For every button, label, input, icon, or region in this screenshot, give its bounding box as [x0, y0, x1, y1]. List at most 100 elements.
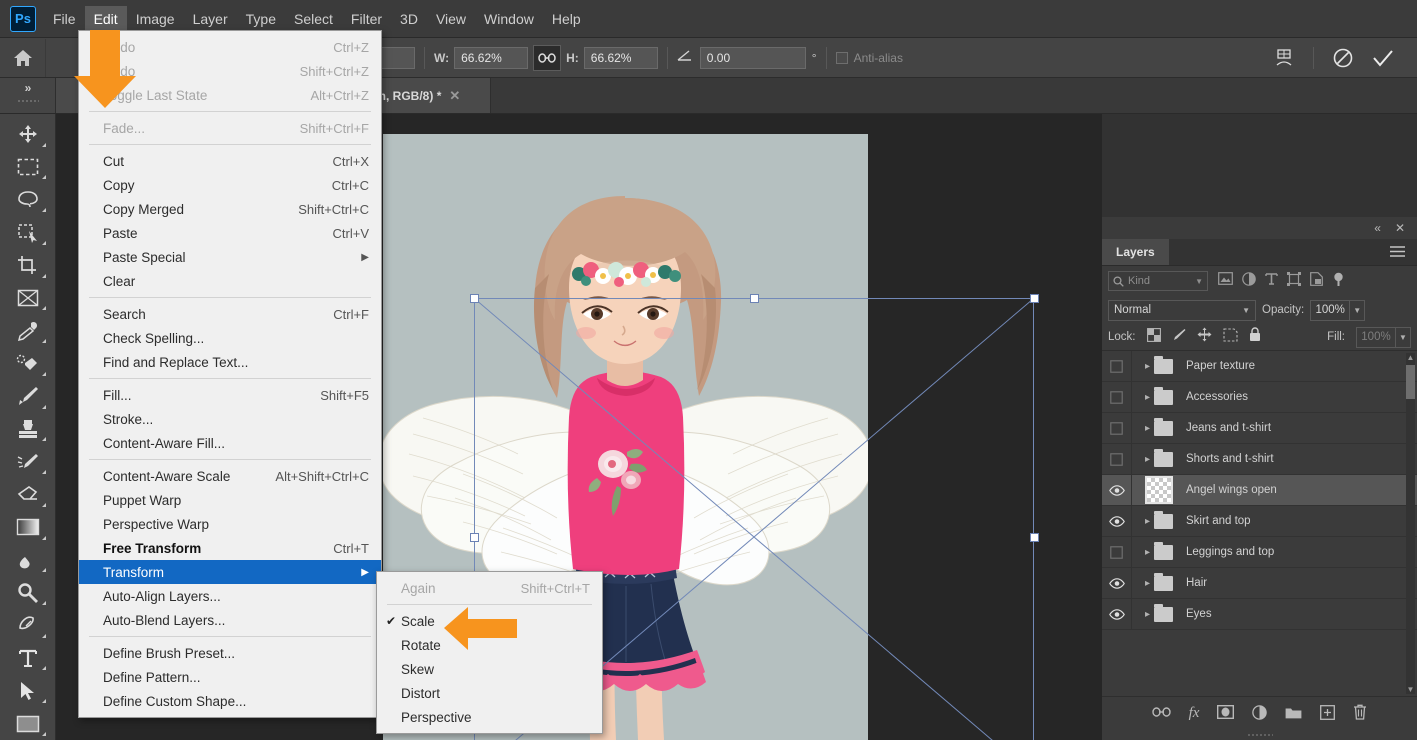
eye-hidden-icon[interactable]: [1102, 413, 1132, 443]
double-chevron-left-icon[interactable]: «: [1374, 221, 1381, 235]
edit-menu-item-free-transform[interactable]: Free TransformCtrl+T: [79, 536, 381, 560]
edit-menu-item-cut[interactable]: CutCtrl+X: [79, 149, 381, 173]
menu-type[interactable]: Type: [237, 6, 285, 32]
edit-menu-item-undo[interactable]: UndoCtrl+Z: [79, 35, 381, 59]
layer-row[interactable]: ▸Jeans and t-shirt: [1102, 413, 1417, 444]
menu-filter[interactable]: Filter: [342, 6, 391, 32]
toolbar-expand-button[interactable]: »: [0, 78, 56, 113]
fill-stepper[interactable]: ▼: [1396, 327, 1411, 348]
chevron-right-icon[interactable]: ▸: [1145, 392, 1150, 403]
layer-row[interactable]: ▸Leggings and top: [1102, 537, 1417, 568]
height-input[interactable]: 66.62%: [584, 47, 658, 69]
panel-resize-grip[interactable]: [1102, 730, 1417, 740]
add-layer-mask-icon[interactable]: [1217, 705, 1234, 722]
transform-menu-item-again[interactable]: AgainShift+Ctrl+T: [377, 576, 602, 600]
adjustment-filter-icon[interactable]: [1242, 272, 1256, 291]
path-selection-tool[interactable]: [6, 674, 50, 707]
angle-input[interactable]: 0.00: [700, 47, 806, 69]
chain-link-icon[interactable]: [533, 45, 561, 71]
edit-menu-item-clear[interactable]: Clear: [79, 269, 381, 293]
eye-hidden-icon[interactable]: [1102, 382, 1132, 412]
layer-row[interactable]: Angel wings open: [1102, 475, 1417, 506]
brush-tool[interactable]: [6, 380, 50, 413]
edit-menu-item-toggle-last-state[interactable]: Toggle Last StateAlt+Ctrl+Z: [79, 83, 381, 107]
layer-row[interactable]: ▸Shorts and t-shirt: [1102, 444, 1417, 475]
transform-submenu[interactable]: AgainShift+Ctrl+T✔ScaleRotateSkewDistort…: [376, 571, 603, 734]
blend-mode-select[interactable]: Normal ▼: [1108, 300, 1256, 321]
chevron-right-icon[interactable]: ▸: [1145, 423, 1150, 434]
chevron-right-icon[interactable]: ▸: [1145, 578, 1150, 589]
transform-menu-item-distort[interactable]: Distort: [377, 681, 602, 705]
eye-hidden-icon[interactable]: [1102, 351, 1132, 381]
eye-visible-icon[interactable]: [1102, 475, 1132, 505]
transform-menu-item-perspective[interactable]: Perspective: [377, 705, 602, 729]
pen-tool[interactable]: [6, 609, 50, 642]
edit-menu-item-perspective-warp[interactable]: Perspective Warp: [79, 512, 381, 536]
edit-menu-item-auto-blend-layers[interactable]: Auto-Blend Layers...: [79, 608, 381, 632]
close-icon[interactable]: ✕: [1395, 221, 1405, 235]
edit-menu-item-find-and-replace-text[interactable]: Find and Replace Text...: [79, 350, 381, 374]
edit-menu-item-puppet-warp[interactable]: Puppet Warp: [79, 488, 381, 512]
scroll-down-arrow-icon[interactable]: ▼: [1406, 685, 1415, 694]
edit-menu-item-content-aware-fill[interactable]: Content-Aware Fill...: [79, 431, 381, 455]
transform-menu-item-rotate[interactable]: Rotate: [377, 633, 602, 657]
scrollbar-thumb[interactable]: [1406, 365, 1415, 399]
edit-menu-item-define-pattern[interactable]: Define Pattern...: [79, 665, 381, 689]
new-layer-icon[interactable]: [1320, 705, 1335, 723]
edit-menu-item-define-custom-shape[interactable]: Define Custom Shape...: [79, 689, 381, 713]
edit-menu-item-paste[interactable]: PasteCtrl+V: [79, 221, 381, 245]
lock-transparent-pixels-icon[interactable]: [1147, 328, 1161, 347]
home-button[interactable]: [0, 39, 46, 77]
layer-kind-filter[interactable]: Kind ▼: [1108, 271, 1208, 291]
menu-file[interactable]: File: [44, 6, 85, 32]
object-selection-tool[interactable]: [6, 216, 50, 249]
lasso-tool[interactable]: [6, 183, 50, 216]
clone-stamp-tool[interactable]: [6, 413, 50, 446]
rectangular-marquee-tool[interactable]: [6, 151, 50, 184]
layer-row[interactable]: ▸Accessories: [1102, 382, 1417, 413]
layer-row[interactable]: ▸Eyes: [1102, 599, 1417, 630]
delete-layer-icon[interactable]: [1353, 704, 1367, 723]
menu-view[interactable]: View: [427, 6, 475, 32]
menu-help[interactable]: Help: [543, 6, 590, 32]
eyedropper-tool[interactable]: [6, 314, 50, 347]
edit-menu-item-transform[interactable]: Transform▶: [79, 560, 381, 584]
blur-tool[interactable]: [6, 544, 50, 577]
menu-image[interactable]: Image: [127, 6, 184, 32]
close-icon[interactable]: ✕: [449, 88, 460, 104]
filter-toggle-icon[interactable]: [1332, 272, 1345, 291]
edit-menu-item-redo[interactable]: RedoShift+Ctrl+Z: [79, 59, 381, 83]
layer-row[interactable]: ▸Paper texture: [1102, 351, 1417, 382]
eye-visible-icon[interactable]: [1102, 599, 1132, 629]
eye-visible-icon[interactable]: [1102, 506, 1132, 536]
hamburger-menu-icon[interactable]: [1390, 239, 1417, 265]
type-filter-icon[interactable]: [1265, 272, 1278, 290]
menu-edit[interactable]: Edit: [85, 6, 127, 32]
edit-menu-item-copy[interactable]: CopyCtrl+C: [79, 173, 381, 197]
layers-scrollbar[interactable]: ▲ ▼: [1406, 353, 1415, 694]
history-brush-tool[interactable]: [6, 445, 50, 478]
spot-healing-brush-tool[interactable]: [6, 347, 50, 380]
chevron-right-icon[interactable]: ▸: [1145, 609, 1150, 620]
edit-menu-item-paste-special[interactable]: Paste Special▶: [79, 245, 381, 269]
frame-tool[interactable]: [6, 282, 50, 315]
menu-select[interactable]: Select: [285, 6, 342, 32]
eye-hidden-icon[interactable]: [1102, 444, 1132, 474]
opacity-input[interactable]: 100%: [1310, 300, 1350, 321]
lock-artboard-nesting-icon[interactable]: [1223, 328, 1238, 347]
layer-list[interactable]: ▸Paper texture▸Accessories▸Jeans and t-s…: [1102, 351, 1417, 696]
edit-menu-item-define-brush-preset[interactable]: Define Brush Preset...: [79, 641, 381, 665]
smart-object-filter-icon[interactable]: [1310, 272, 1323, 291]
tab-layers[interactable]: Layers: [1102, 239, 1169, 265]
layer-row[interactable]: ▸Hair: [1102, 568, 1417, 599]
lock-all-icon[interactable]: [1249, 327, 1261, 347]
pixel-filter-icon[interactable]: [1218, 272, 1233, 290]
opacity-stepper[interactable]: ▼: [1350, 300, 1365, 321]
move-tool[interactable]: [6, 118, 50, 151]
edit-menu-item-fill[interactable]: Fill...Shift+F5: [79, 383, 381, 407]
gradient-tool[interactable]: [6, 511, 50, 544]
layer-style-fx-icon[interactable]: fx: [1189, 705, 1200, 722]
menu-layer[interactable]: Layer: [184, 6, 237, 32]
fill-input[interactable]: 100%: [1356, 327, 1396, 348]
width-input[interactable]: 66.62%: [454, 47, 528, 69]
